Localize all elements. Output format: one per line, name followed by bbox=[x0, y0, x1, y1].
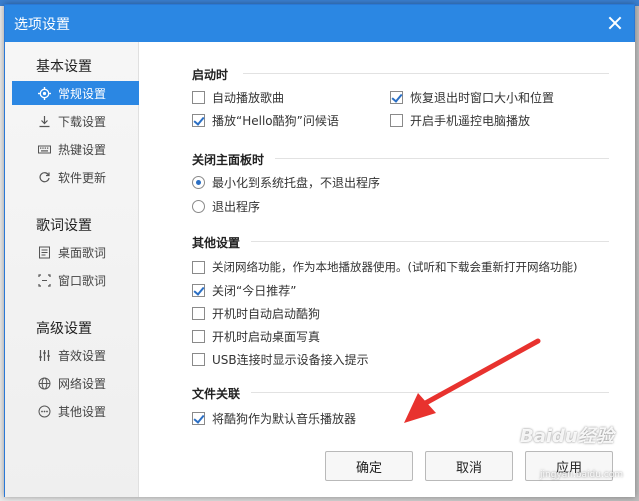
sidebar-item-label: 其他设置 bbox=[58, 404, 107, 419]
sidebar-item-label: 窗口歌词 bbox=[58, 273, 107, 288]
option-usb-prompt[interactable]: USB连接时显示设备接入提示 bbox=[192, 350, 369, 368]
close-icon[interactable] bbox=[606, 14, 624, 32]
radio[interactable] bbox=[192, 199, 205, 213]
option-minimize-tray[interactable]: 最小化到系统托盘，不退出程序 bbox=[192, 173, 380, 191]
more-icon bbox=[37, 404, 51, 418]
sidebar-item-label: 网络设置 bbox=[58, 376, 107, 391]
sidebar-item-label: 常规设置 bbox=[58, 86, 107, 101]
option-restore-window[interactable]: 恢复退出时窗口大小和位置 bbox=[390, 88, 554, 106]
checkbox[interactable] bbox=[192, 260, 205, 274]
sidebar-item-desktop-lyrics[interactable]: 桌面歌词 bbox=[12, 240, 139, 264]
checkbox-checked[interactable] bbox=[390, 90, 403, 104]
annotation-arrow-icon bbox=[404, 338, 541, 423]
sidebar-item-general[interactable]: 常规设置 bbox=[12, 81, 139, 105]
sidebar-item-network[interactable]: 网络设置 bbox=[12, 371, 139, 395]
sidebar-group-title: 歌词设置 bbox=[36, 218, 92, 234]
section-divider bbox=[243, 73, 609, 74]
sidebar-item-sound-effects[interactable]: 音效设置 bbox=[12, 343, 139, 367]
section-divider bbox=[251, 241, 609, 242]
checkbox-checked[interactable] bbox=[192, 411, 205, 425]
section-title-startup: 启动时 bbox=[192, 68, 229, 82]
checkbox[interactable] bbox=[192, 90, 205, 104]
refresh-icon bbox=[37, 170, 51, 184]
download-icon bbox=[37, 114, 51, 128]
keyboard-icon bbox=[37, 142, 51, 156]
ok-button[interactable]: 确定 bbox=[325, 451, 413, 481]
sidebar: 基本设置 常规设置 下载设置 热键设置 软件更新 歌词设置 桌面歌词 窗口歌词 … bbox=[5, 42, 139, 497]
sidebar-item-label: 软件更新 bbox=[58, 170, 107, 185]
checkbox-checked[interactable] bbox=[192, 283, 205, 297]
section-divider bbox=[275, 158, 609, 159]
checkbox[interactable] bbox=[390, 113, 403, 127]
checkbox[interactable] bbox=[192, 329, 205, 343]
desktop-lyrics-icon bbox=[37, 245, 51, 259]
cancel-button[interactable]: 取消 bbox=[425, 451, 513, 481]
sidebar-item-update[interactable]: 软件更新 bbox=[12, 165, 139, 189]
sidebar-item-label: 音效设置 bbox=[58, 348, 107, 363]
option-hello-greeting[interactable]: 播放“Hello酷狗”问候语 bbox=[192, 111, 339, 129]
checkbox-checked[interactable] bbox=[192, 113, 205, 127]
option-exit-program[interactable]: 退出程序 bbox=[192, 197, 260, 215]
sidebar-item-label: 下载设置 bbox=[58, 114, 107, 129]
sidebar-item-label: 桌面歌词 bbox=[58, 245, 107, 260]
section-title-other: 其他设置 bbox=[192, 236, 241, 250]
sidebar-item-other[interactable]: 其他设置 bbox=[12, 399, 139, 423]
sidebar-item-download[interactable]: 下载设置 bbox=[12, 109, 139, 133]
titlebar: 选项设置 bbox=[5, 5, 634, 42]
sidebar-group-title: 高级设置 bbox=[36, 321, 92, 337]
option-default-player[interactable]: 将酷狗作为默认音乐播放器 bbox=[192, 409, 356, 427]
sidebar-item-window-lyrics[interactable]: 窗口歌词 bbox=[12, 268, 139, 292]
section-title-close-panel: 关闭主面板时 bbox=[192, 153, 265, 167]
dialog-title: 选项设置 bbox=[14, 16, 70, 33]
sidebar-group-title: 基本设置 bbox=[36, 59, 92, 75]
option-autostart[interactable]: 开机时自动启动酷狗 bbox=[192, 304, 320, 322]
section-title-file-assoc: 文件关联 bbox=[192, 387, 241, 401]
sidebar-item-hotkeys[interactable]: 热键设置 bbox=[12, 137, 139, 161]
checkbox[interactable] bbox=[192, 352, 205, 366]
option-autoplay[interactable]: 自动播放歌曲 bbox=[192, 88, 284, 106]
radio-selected[interactable] bbox=[192, 175, 205, 189]
watermark: Baidu经验 bbox=[520, 426, 614, 447]
window-lyrics-icon bbox=[37, 273, 51, 287]
checkbox[interactable] bbox=[192, 306, 205, 320]
option-close-daily-recommend[interactable]: 关闭“今日推荐” bbox=[192, 281, 296, 299]
equalizer-icon bbox=[37, 348, 51, 362]
option-disable-network[interactable]: 关闭网络功能，作为本地播放器使用。(试听和下载会重新打开网络功能) bbox=[192, 258, 577, 276]
gear-icon bbox=[37, 86, 51, 100]
watermark-url: jingyan.baidu.com bbox=[540, 470, 624, 480]
option-desktop-photo[interactable]: 开机时启动桌面写真 bbox=[192, 327, 320, 345]
network-icon bbox=[37, 376, 51, 390]
sidebar-item-label: 热键设置 bbox=[58, 142, 107, 157]
option-phone-remote[interactable]: 开启手机遥控电脑播放 bbox=[390, 111, 530, 129]
